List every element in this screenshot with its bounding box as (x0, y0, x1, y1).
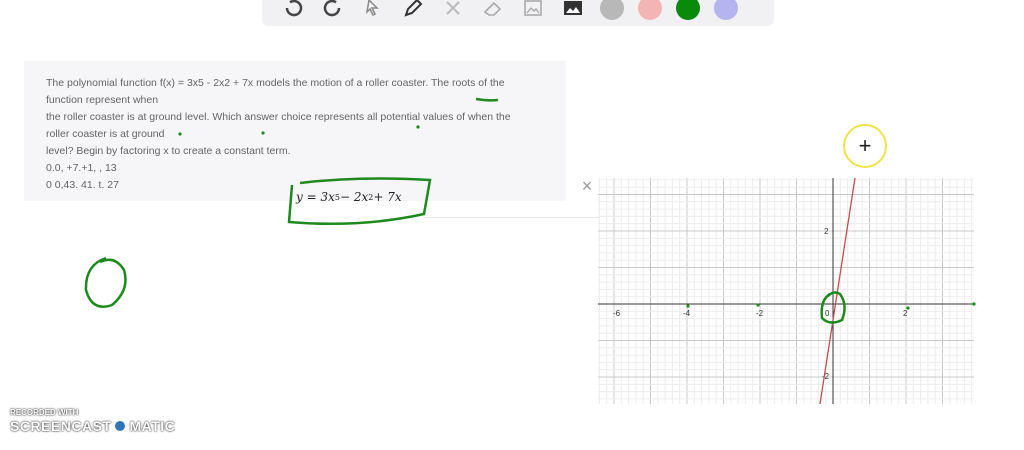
graph-panel[interactable]: -6 -4 -2 0 2 2 -2 (598, 178, 974, 404)
expression-input[interactable]: y = 3x 5 − 2x 2 + 7x (296, 184, 424, 210)
pointer-icon[interactable] (360, 0, 386, 21)
x-tick-label: 0 (825, 309, 830, 318)
watermark-caption: RECORDED WITH (10, 408, 79, 417)
eraser-icon[interactable] (480, 0, 506, 21)
question-line: The polynomial function f(x) = 3x5 - 2x2… (46, 77, 505, 89)
question-line: the roller coaster is at ground level. W… (46, 111, 511, 123)
question-line: roller coaster is at ground (46, 128, 165, 140)
x-tick-labels: -6 -4 -2 0 2 (613, 309, 908, 318)
color-swatch-lavender[interactable] (714, 0, 738, 20)
expression-divider (424, 217, 600, 218)
redo-icon[interactable] (320, 0, 346, 21)
graph-grid (598, 178, 974, 404)
ink-circle (84, 256, 127, 308)
x-tick-label: 2 (903, 309, 908, 318)
screencast-logo-icon (113, 419, 128, 433)
screencast-watermark: RECORDED WITH SCREENCAST MATIC (10, 408, 175, 434)
y-tick-label: 2 (824, 227, 829, 236)
expression-part: − 2x (339, 190, 369, 204)
close-expression-button[interactable]: × (578, 177, 596, 195)
add-button[interactable]: + (843, 124, 887, 168)
watermark-brand: MATIC (129, 418, 176, 434)
color-swatch-gray[interactable] (600, 0, 624, 20)
expression-part: y = 3x (296, 190, 335, 204)
answer-choice: 0 0,43. 41. t. 27 (46, 179, 119, 191)
pen-icon[interactable] (400, 0, 426, 21)
close-tool-icon[interactable] (440, 0, 466, 21)
answer-choice: 0.0, +7.+1, , 13 (46, 162, 117, 174)
color-swatch-green[interactable] (676, 0, 700, 20)
x-tick-label: -4 (683, 309, 691, 318)
x-tick-label: -2 (756, 309, 764, 318)
question-line: function represent when (46, 94, 159, 106)
watermark-brand: SCREENCAST (10, 418, 112, 434)
photo-icon[interactable] (560, 0, 586, 21)
question-panel: The polynomial function f(x) = 3x5 - 2x2… (24, 61, 566, 201)
undo-icon[interactable] (280, 0, 306, 21)
question-line: level? Begin by factoring x to create a … (46, 145, 291, 157)
image-icon[interactable] (520, 0, 546, 21)
expression-part: + 7x (373, 190, 402, 204)
drawing-toolbar (262, 0, 774, 26)
x-tick-label: -6 (613, 309, 621, 318)
color-swatch-pink[interactable] (638, 0, 662, 20)
